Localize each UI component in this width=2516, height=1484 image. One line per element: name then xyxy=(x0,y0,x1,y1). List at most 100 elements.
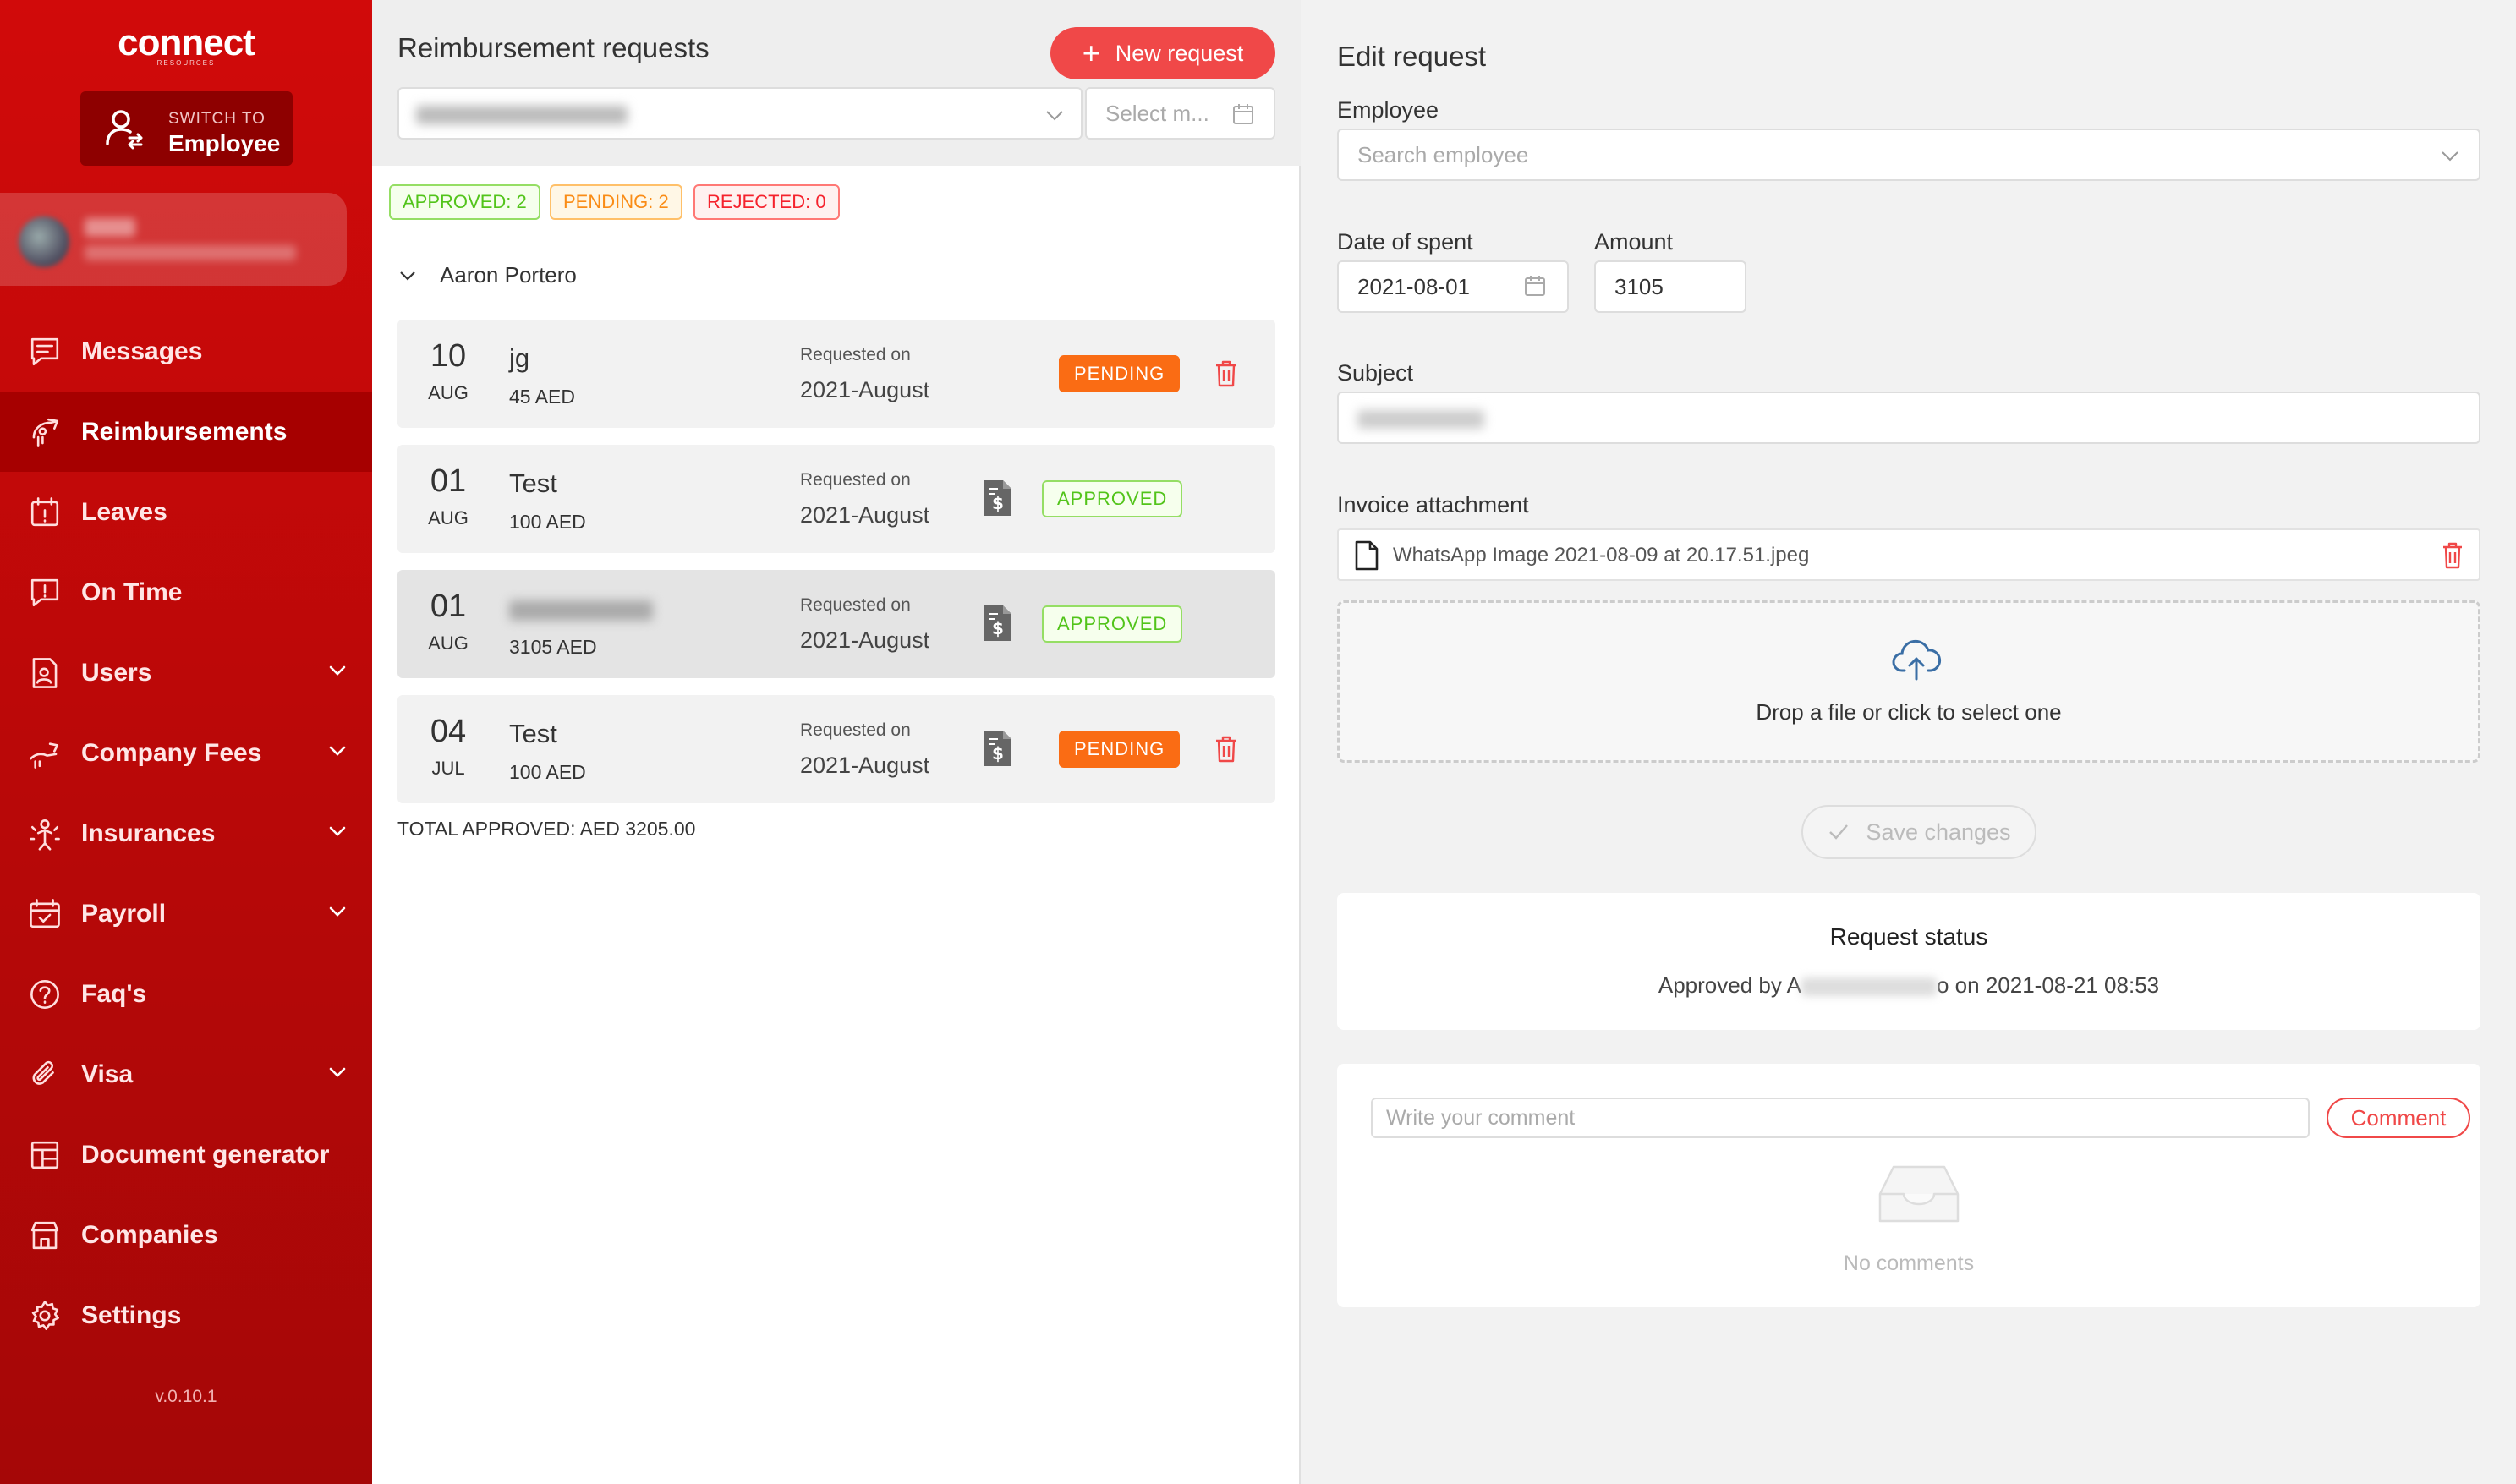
sidebar-item-payroll[interactable]: Payroll xyxy=(0,873,372,954)
invoice-document-icon[interactable]: $ xyxy=(983,604,1013,643)
sidebar-item-leaves[interactable]: Leaves xyxy=(0,472,372,552)
request-amount: 3105 AED xyxy=(509,636,597,658)
switch-label-role: Employee xyxy=(168,130,281,156)
avatar xyxy=(19,216,69,267)
chevron-down-icon[interactable] xyxy=(325,1060,350,1085)
sidebar-item-settings[interactable]: Settings xyxy=(0,1275,372,1355)
date-of-spent-value: 2021-08-01 xyxy=(1357,274,1470,299)
month-filter-picker[interactable]: Select m... xyxy=(1085,87,1275,140)
date-of-spent-picker[interactable]: 2021-08-01 xyxy=(1337,260,1569,313)
chevron-down-icon xyxy=(400,271,415,281)
sidebar-item-messages[interactable]: Messages xyxy=(0,311,372,392)
employee-label: Employee xyxy=(1337,97,1439,123)
approver-name-redacted xyxy=(1801,977,1937,997)
sidebar-item-company-fees[interactable]: Company Fees xyxy=(0,713,372,793)
request-row[interactable]: 01 AUG Test 100 AED Requested on 2021-August $… xyxy=(397,445,1275,553)
profile-name-redacted xyxy=(85,218,135,237)
rejected-count-tag[interactable]: REJECTED: 0 xyxy=(693,184,840,220)
sidebar-item-label: Visa xyxy=(81,1060,134,1088)
status-badge: PENDING xyxy=(1059,355,1181,392)
invoice-document-icon[interactable]: $ xyxy=(983,479,1013,517)
file-icon xyxy=(1355,540,1379,571)
employee-group-toggle[interactable]: Aaron Portero xyxy=(397,262,577,288)
alert-message-icon xyxy=(25,573,64,612)
chevron-down-icon[interactable] xyxy=(325,899,350,924)
store-icon xyxy=(25,1216,64,1255)
subject-input[interactable] xyxy=(1337,392,2480,444)
sidebar-item-document-generator[interactable]: Document generator xyxy=(0,1114,372,1195)
sidebar-item-label: Reimbursements xyxy=(81,417,288,446)
delete-attachment-icon[interactable] xyxy=(2440,540,2465,571)
employee-search-placeholder: Search employee xyxy=(1357,142,1529,167)
amount-label: Amount xyxy=(1594,229,1674,255)
requested-on-label: Requested on xyxy=(800,720,911,740)
amount-value: 3105 xyxy=(1614,274,1664,299)
request-amount: 45 AED xyxy=(509,386,575,408)
sidebar-item-on-time[interactable]: On Time xyxy=(0,552,372,632)
edit-title: Edit request xyxy=(1337,41,1487,72)
employee-filter-select[interactable] xyxy=(397,87,1083,140)
approved-by-suffix: o on 2021-08-21 08:53 xyxy=(1937,972,2160,998)
request-day: 10 xyxy=(430,338,467,374)
delete-request-icon[interactable] xyxy=(1213,734,1240,764)
cloud-upload-icon xyxy=(1892,639,1942,681)
invoice-attachment[interactable]: WhatsApp Image 2021-08-09 at 20.17.51.jp… xyxy=(1337,528,2480,581)
sidebar-item-label: Company Fees xyxy=(81,738,262,767)
request-row[interactable]: 04 JUL Test 100 AED Requested on 2021-August $… xyxy=(397,695,1275,803)
requested-on-label: Requested on xyxy=(800,595,911,615)
pending-count-tag[interactable]: PENDING: 2 xyxy=(550,184,682,220)
new-request-button[interactable]: + New request xyxy=(1050,27,1275,79)
request-subject-redacted xyxy=(509,600,653,621)
invoice-file-name[interactable]: WhatsApp Image 2021-08-09 at 20.17.51.jp… xyxy=(1393,544,1809,567)
sidebar-item-faq-s[interactable]: Faq's xyxy=(0,954,372,1034)
chevron-down-icon[interactable] xyxy=(325,658,350,683)
invoice-document-icon[interactable]: $ xyxy=(983,729,1013,768)
status-badge: APPROVED xyxy=(1042,605,1183,643)
comments-card: Write your comment Comment No comments xyxy=(1337,1064,2480,1307)
request-day: 04 xyxy=(430,714,467,749)
switch-role-button[interactable]: SWITCH TO Employee xyxy=(80,91,293,166)
profile-email-redacted xyxy=(85,245,296,260)
request-row[interactable]: 01 AUG 3105 AED Requested on 2021-August $ APP… xyxy=(397,570,1275,678)
request-row[interactable]: 10 AUG jg 45 AED Requested on 2021-August PEND… xyxy=(397,320,1275,428)
sidebar-item-label: Messages xyxy=(81,337,203,365)
no-comments-text: No comments xyxy=(1843,1251,1975,1275)
sidebar-item-visa[interactable]: Visa xyxy=(0,1034,372,1114)
request-amount: 100 AED xyxy=(509,511,586,533)
approved-count-tag[interactable]: APPROVED: 2 xyxy=(389,184,540,220)
employee-search-select[interactable]: Search employee xyxy=(1337,129,2480,181)
employee-filter-value-redacted xyxy=(416,106,628,124)
paperclip-icon xyxy=(25,1055,64,1094)
amount-input[interactable]: 3105 xyxy=(1594,260,1746,313)
new-request-label: New request xyxy=(1115,40,1244,66)
app-version: v.0.10.1 xyxy=(155,1387,217,1406)
request-month: AUG xyxy=(428,507,469,528)
user-profile[interactable] xyxy=(0,193,347,286)
sidebar-item-label: Companies xyxy=(81,1220,218,1249)
page-title: Reimbursement requests xyxy=(397,32,710,63)
status-badge: APPROVED xyxy=(1042,480,1183,517)
subject-label: Subject xyxy=(1337,360,1414,386)
request-status-title: Request status xyxy=(1829,923,1988,950)
svg-text:$: $ xyxy=(992,493,1004,513)
sidebar-item-companies[interactable]: Companies xyxy=(0,1195,372,1275)
users-doc-icon xyxy=(25,654,64,693)
file-dropzone[interactable]: Drop a file or click to select one xyxy=(1337,600,2480,763)
chevron-down-icon[interactable] xyxy=(325,738,350,764)
save-changes-button[interactable]: Save changes xyxy=(1801,805,2036,859)
request-subject: Test xyxy=(509,468,557,498)
insurance-icon xyxy=(25,814,64,853)
sidebar-item-label: On Time xyxy=(81,578,183,606)
sidebar-item-users[interactable]: Users xyxy=(0,632,372,713)
chevron-down-icon[interactable] xyxy=(325,819,350,844)
request-status-card: Request status Approved by A o on 2021-08… xyxy=(1337,893,2480,1030)
comment-input[interactable]: Write your comment xyxy=(1371,1098,2310,1138)
sidebar-item-insurances[interactable]: Insurances xyxy=(0,793,372,873)
requested-on-label: Requested on xyxy=(800,470,911,490)
date-label: Date of spent xyxy=(1337,229,1473,255)
sidebar-item-reimbursements[interactable]: Reimbursements xyxy=(0,392,372,472)
comment-button[interactable]: Comment xyxy=(2327,1098,2470,1138)
calendar-icon xyxy=(1525,276,1545,296)
month-filter-placeholder: Select m... xyxy=(1105,101,1209,126)
delete-request-icon[interactable] xyxy=(1213,359,1240,389)
